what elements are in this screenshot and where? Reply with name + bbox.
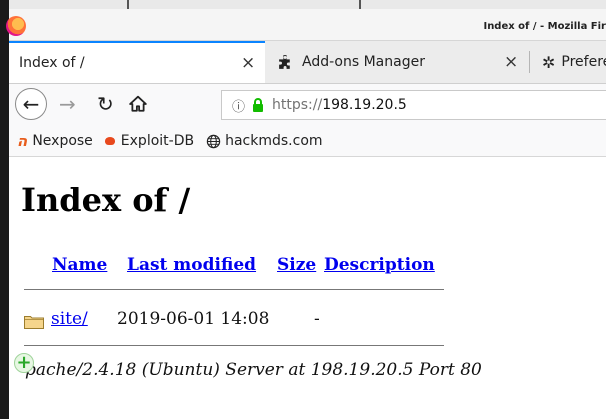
tab-label: Prefere	[561, 54, 606, 70]
lock-icon	[252, 98, 264, 112]
bookmark-label: Exploit-DB	[120, 133, 195, 149]
url-bar[interactable]: ⓘ https://198.19.20.5	[221, 90, 606, 120]
forward-arrow-icon[interactable]: →	[59, 92, 76, 116]
title-bar-divider	[359, 0, 361, 9]
nexpose-icon: ה	[17, 132, 28, 150]
column-header-last-modified[interactable]: Last modified	[127, 255, 256, 275]
bookmark-exploit-db[interactable]: Exploit-DB	[104, 133, 195, 149]
listing-divider-bottom	[24, 345, 444, 346]
bookmark-label: hackmds.com	[225, 133, 323, 149]
page-title: Index of /	[21, 181, 191, 219]
back-arrow-icon: ←	[22, 92, 40, 116]
tab-strip: Index of / × Add-ons Manager × ✲ Prefere	[9, 41, 606, 84]
tab-preferences[interactable]: ✲ Prefere	[530, 41, 606, 83]
column-header-size[interactable]: Size	[277, 255, 316, 275]
bookmark-nexpose[interactable]: ה Nexpose	[17, 132, 93, 150]
info-icon[interactable]: ⓘ	[232, 96, 245, 115]
back-button[interactable]: ←	[15, 88, 47, 120]
tab-label: Add-ons Manager	[302, 54, 425, 70]
row-last-modified: 2019-06-01 14:08	[117, 309, 270, 329]
window-left-edge	[0, 0, 9, 419]
tab-close-icon[interactable]: ×	[241, 53, 255, 73]
title-bar-top-strip	[9, 0, 606, 9]
server-signature: pache/2.4.18 (Ubuntu) Server at 198.19.2…	[25, 360, 482, 380]
title-bar-divider	[127, 0, 129, 9]
home-icon[interactable]	[129, 95, 147, 117]
gear-icon: ✲	[542, 52, 556, 72]
navigation-toolbar: ← → ↻ ⓘ https://198.19.20.5	[9, 84, 606, 126]
puzzle-piece-icon	[277, 54, 294, 71]
globe-icon	[206, 134, 221, 149]
url-text: https://198.19.20.5	[272, 97, 407, 113]
window-title: Index of / - Mozilla Fir	[483, 21, 606, 32]
tab-close-icon[interactable]: ×	[504, 52, 518, 72]
add-plus-icon[interactable]: +	[14, 353, 34, 373]
file-link-site[interactable]: site/	[51, 309, 88, 329]
bookmarks-toolbar: ה Nexpose Exploit-DB hackmds.com	[9, 126, 606, 157]
url-scheme: https://	[272, 97, 323, 113]
column-header-description[interactable]: Description	[324, 255, 435, 275]
tab-index-of[interactable]: Index of / ×	[9, 41, 265, 83]
bookmark-hackmds[interactable]: hackmds.com	[206, 133, 323, 149]
bookmark-label: Nexpose	[32, 133, 93, 149]
column-header-name[interactable]: Name	[52, 255, 107, 275]
reload-icon[interactable]: ↻	[97, 92, 114, 116]
title-bar: Index of / - Mozilla Fir	[6, 0, 606, 41]
exploit-db-icon	[104, 137, 115, 145]
tab-addons-manager[interactable]: Add-ons Manager ×	[266, 41, 522, 83]
url-host: 198.19.20.5	[322, 97, 407, 113]
listing-divider-top	[24, 289, 444, 290]
tab-label: Index of /	[19, 55, 85, 71]
row-size: -	[314, 309, 320, 329]
folder-icon	[24, 316, 44, 329]
page-content: Index of / Name Last modified Size Descr…	[9, 157, 606, 419]
firefox-logo-icon	[6, 16, 26, 36]
